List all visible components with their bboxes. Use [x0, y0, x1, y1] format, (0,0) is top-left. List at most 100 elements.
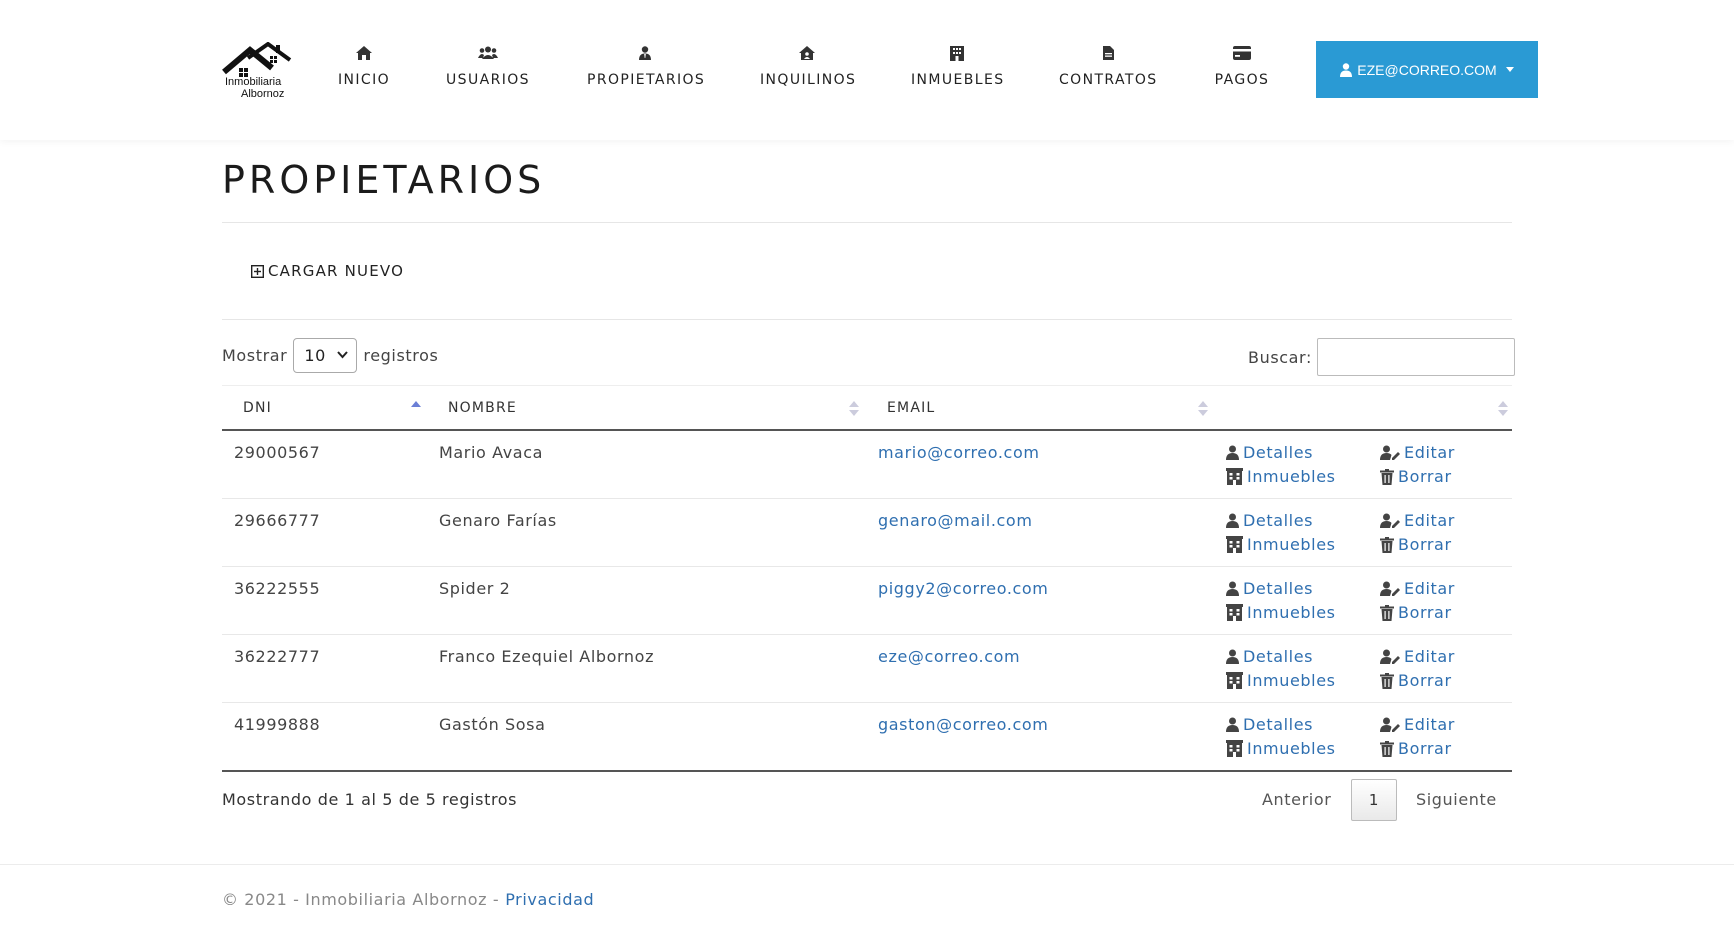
edit-link[interactable]: Editar [1380, 647, 1455, 666]
details-link[interactable]: Detalles [1226, 443, 1313, 462]
cell-email-link[interactable]: mario@correo.com [878, 443, 1040, 462]
sort-icon[interactable] [849, 401, 859, 417]
brand-line1: Inmobiliaria [225, 76, 282, 88]
edit-label: Editar [1404, 443, 1455, 462]
cell-email-link[interactable]: genaro@mail.com [878, 511, 1033, 530]
brand-logo[interactable]: Inmobiliaria Albornoz [222, 42, 292, 100]
edit-link[interactable]: Editar [1380, 715, 1455, 734]
delete-link[interactable]: Borrar [1380, 603, 1452, 622]
edit-link[interactable]: Editar [1380, 511, 1455, 530]
details-label: Detalles [1243, 579, 1314, 598]
copyright-text: © 2021 - Inmobiliaria Albornoz - [222, 890, 500, 909]
cell-dni: 36222777 [234, 647, 321, 666]
cell-nombre: Gastón Sosa [439, 715, 546, 734]
building-icon [911, 46, 1003, 66]
brand-line2: Albornoz [241, 88, 285, 100]
user-tie-icon [587, 46, 703, 66]
details-link[interactable]: Detalles [1226, 647, 1313, 666]
nav-item-inmuebles[interactable]: INMUEBLES [911, 44, 1003, 94]
column-header-email[interactable]: EMAIL [887, 400, 935, 416]
user-icon [1226, 581, 1239, 596]
nav-item-pagos[interactable]: PAGOS [1214, 44, 1270, 94]
nav-label: INQUILINOS [760, 72, 857, 88]
top-navbar: Inmobiliaria Albornoz INICIO USUARIOS PR… [0, 0, 1734, 140]
properties-link[interactable]: Inmuebles [1226, 739, 1336, 758]
trash-icon [1380, 468, 1394, 485]
nav-label: USUARIOS [446, 72, 530, 88]
add-new-label: CARGAR NUEVO [268, 262, 405, 280]
cell-email-link[interactable]: piggy2@correo.com [878, 579, 1048, 598]
next-page-button[interactable]: Siguiente [1416, 790, 1497, 809]
user-icon [1226, 445, 1239, 460]
properties-label: Inmuebles [1247, 535, 1336, 554]
add-new-link[interactable]: CARGAR NUEVO [251, 262, 404, 280]
nav-item-usuarios[interactable]: USUARIOS [445, 44, 531, 94]
column-header-nombre[interactable]: NOMBRE [448, 400, 517, 416]
sort-asc-icon[interactable] [411, 401, 421, 417]
cell-nombre: Genaro Farías [439, 511, 557, 530]
cell-dni: 29000567 [234, 443, 321, 462]
privacy-link[interactable]: Privacidad [505, 890, 594, 909]
user-edit-icon [1380, 717, 1400, 732]
properties-link[interactable]: Inmuebles [1226, 467, 1336, 486]
nav-item-inicio[interactable]: INICIO [338, 44, 390, 94]
column-header-dni[interactable]: DNI [243, 400, 272, 416]
page-length-select[interactable]: 10 [293, 338, 358, 373]
cell-email-link[interactable]: eze@correo.com [878, 647, 1020, 666]
delete-link[interactable]: Borrar [1380, 467, 1452, 486]
building-icon [1226, 740, 1243, 757]
user-icon [1340, 62, 1353, 77]
divider [222, 319, 1512, 320]
building-icon [1226, 536, 1243, 553]
details-link[interactable]: Detalles [1226, 511, 1313, 530]
delete-link[interactable]: Borrar [1380, 739, 1452, 758]
user-icon [1226, 717, 1239, 732]
edit-link[interactable]: Editar [1380, 579, 1455, 598]
user-icon [1226, 513, 1239, 528]
nav-label: INMUEBLES [911, 72, 1005, 88]
details-link[interactable]: Detalles [1226, 579, 1313, 598]
nav-item-inquilinos[interactable]: INQUILINOS [760, 44, 857, 94]
details-label: Detalles [1243, 511, 1314, 530]
properties-label: Inmuebles [1247, 739, 1336, 758]
caret-down-icon [1505, 67, 1514, 72]
search-label: Buscar: [1248, 347, 1312, 367]
cell-email-link[interactable]: gaston@correo.com [878, 715, 1048, 734]
copyright: © 2021 - Inmobiliaria Albornoz - Privaci… [222, 890, 594, 909]
file-icon [1059, 46, 1157, 66]
sort-icon[interactable] [1198, 401, 1208, 417]
cell-dni: 36222555 [234, 579, 321, 598]
sort-icon[interactable] [1498, 401, 1508, 417]
user-edit-icon [1380, 445, 1400, 460]
user-edit-icon [1380, 581, 1400, 596]
credit-card-icon [1214, 46, 1270, 66]
delete-link[interactable]: Borrar [1380, 671, 1452, 690]
page-length-control: Mostrar 10 registros [222, 338, 438, 373]
properties-label: Inmuebles [1247, 467, 1336, 486]
home-icon [338, 46, 390, 66]
building-icon [1226, 672, 1243, 689]
delete-label: Borrar [1398, 467, 1452, 486]
properties-link[interactable]: Inmuebles [1226, 671, 1336, 690]
trash-icon [1380, 536, 1394, 553]
search-input[interactable] [1316, 338, 1515, 376]
previous-page-button[interactable]: Anterior [1262, 790, 1331, 809]
plus-square-icon [251, 264, 264, 278]
properties-link[interactable]: Inmuebles [1226, 535, 1336, 554]
properties-link[interactable]: Inmuebles [1226, 603, 1336, 622]
user-menu-button[interactable]: EZE@CORREO.COM [1316, 41, 1538, 98]
page-button-current[interactable]: 1 [1351, 779, 1397, 821]
trash-icon [1380, 672, 1394, 689]
table-row: 29666777 Genaro Farías genaro@mail.com Deta… [222, 499, 1512, 567]
details-link[interactable]: Detalles [1226, 715, 1313, 734]
nav-label: INICIO [338, 72, 391, 88]
table-row: 41999888 Gastón Sosa gaston@correo.com Deta… [222, 703, 1512, 772]
edit-link[interactable]: Editar [1380, 443, 1455, 462]
properties-label: Inmuebles [1247, 671, 1336, 690]
edit-label: Editar [1404, 715, 1455, 734]
nav-item-propietarios[interactable]: PROPIETARIOS [587, 44, 706, 94]
nav-item-contratos[interactable]: CONTRATOS [1059, 44, 1157, 94]
table-header: DNI NOMBRE EMAIL [222, 385, 1512, 431]
nav-label: PROPIETARIOS [587, 72, 706, 88]
delete-link[interactable]: Borrar [1380, 535, 1452, 554]
